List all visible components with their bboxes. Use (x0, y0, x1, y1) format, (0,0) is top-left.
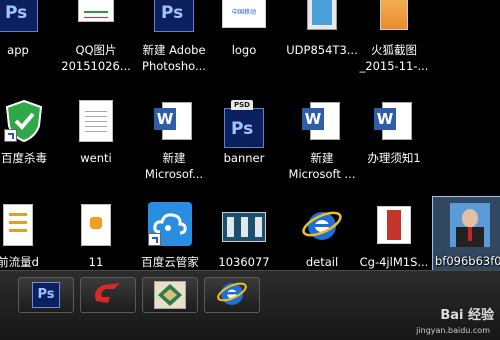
desktop: Ps app QQ图片 20151026... Ps 新建 Adobe Phot… (0, 0, 500, 340)
watermark-url: jingyan.baidu.com (416, 326, 490, 335)
internet-explorer-icon (216, 278, 248, 312)
red-swirl-icon (90, 279, 126, 311)
taskbar-green-app-button[interactable] (142, 277, 198, 313)
taskbar-red-app-button[interactable] (80, 277, 136, 313)
taskbar-photoshop-button[interactable]: Ps (18, 277, 74, 313)
photoshop-icon: Ps (32, 282, 60, 308)
green-diamond-icon (154, 281, 186, 309)
watermark: Bai 经验 (440, 308, 494, 323)
ps-logo: Ps (37, 287, 55, 302)
taskbar-ie-button[interactable] (204, 277, 260, 313)
